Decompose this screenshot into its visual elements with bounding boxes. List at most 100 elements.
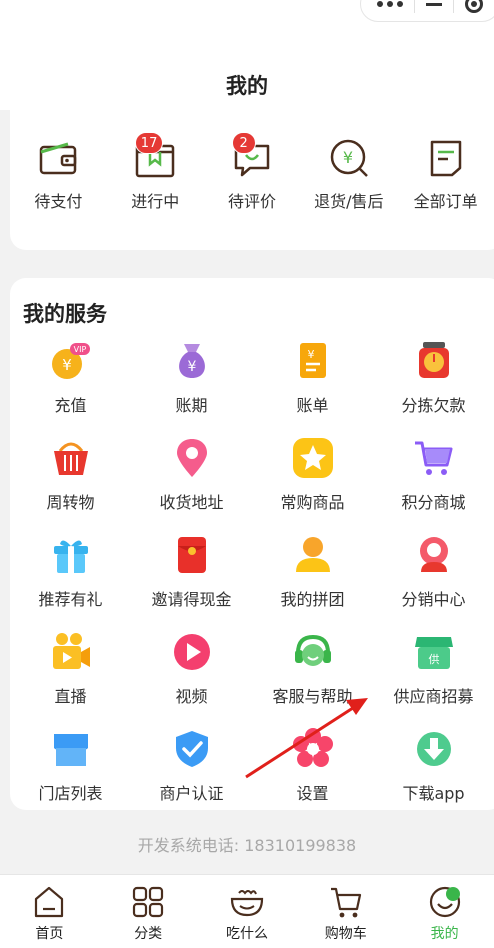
svg-text:¥: ¥ xyxy=(343,148,353,167)
service-address[interactable]: 收货地址 xyxy=(131,437,252,534)
svg-text:VIP: VIP xyxy=(73,345,86,354)
service-recharge[interactable]: ¥ VIP 充值 xyxy=(10,340,131,437)
store-icon xyxy=(50,728,92,770)
tab-bar: 首页 分类 吃什么 购物车 我的 xyxy=(0,874,494,948)
service-label: 直播 xyxy=(54,687,87,706)
tab-label: 购物车 xyxy=(324,926,367,942)
red-envelope-icon xyxy=(171,534,213,576)
mini-program-capsule[interactable] xyxy=(360,0,494,22)
close-target-icon[interactable] xyxy=(465,0,484,13)
order-list-icon xyxy=(426,138,466,178)
order-label: 进行中 xyxy=(131,192,180,211)
service-label: 充值 xyxy=(54,396,87,415)
service-bill[interactable]: ¥ 账单 xyxy=(252,340,373,437)
order-pending-payment[interactable]: 待支付 xyxy=(10,138,107,212)
service-label: 商户认证 xyxy=(159,784,224,803)
service-referral-gift[interactable]: 推荐有礼 xyxy=(10,534,131,631)
star-icon xyxy=(292,437,334,479)
headset-icon xyxy=(292,631,334,673)
service-sorting-debt[interactable]: 分拣欠款 xyxy=(373,340,494,437)
service-label: 分销中心 xyxy=(401,590,466,609)
service-label: 供应商招募 xyxy=(393,687,474,706)
basket-icon xyxy=(50,437,92,479)
tab-cart[interactable]: 购物车 xyxy=(296,875,395,948)
service-supplier-recruit[interactable]: 供 供应商招募 xyxy=(373,631,494,728)
svg-text:供: 供 xyxy=(428,652,439,666)
refund-icon: ¥ xyxy=(329,138,369,178)
order-all[interactable]: 全部订单 xyxy=(397,138,494,212)
category-icon xyxy=(131,885,165,919)
live-camera-icon xyxy=(50,631,92,673)
order-label: 待评价 xyxy=(227,192,276,211)
service-video[interactable]: 视频 xyxy=(131,631,252,728)
services-grid: ¥ VIP 充值 ¥ 账期 ¥ 账单 分拣欠款 周转物 收货地址 常购商品 积分… xyxy=(10,340,494,825)
home-icon xyxy=(32,885,66,919)
service-merchant-auth[interactable]: 商户认证 xyxy=(131,728,252,825)
service-label: 门店列表 xyxy=(38,784,103,803)
location-pin-icon xyxy=(171,437,213,479)
services-title: 我的服务 xyxy=(23,302,107,326)
service-label: 收货地址 xyxy=(159,493,224,512)
service-label: 常购商品 xyxy=(280,493,345,512)
service-download-app[interactable]: 下载app xyxy=(373,728,494,825)
order-to-review[interactable]: 2 待评价 xyxy=(204,132,301,212)
service-store-list[interactable]: 门店列表 xyxy=(10,728,131,825)
service-label: 推荐有礼 xyxy=(38,590,103,609)
service-label: 邀请得现金 xyxy=(151,590,232,609)
download-icon xyxy=(413,728,455,770)
service-label: 客服与帮助 xyxy=(272,687,353,706)
order-refund[interactable]: ¥ 退货/售后 xyxy=(300,138,397,212)
more-icon[interactable] xyxy=(376,1,403,7)
service-label: 分拣欠款 xyxy=(401,396,466,415)
top-bar: 我的 xyxy=(0,0,494,110)
service-customer-help[interactable]: 客服与帮助 xyxy=(252,631,373,728)
service-settings[interactable]: 设置 xyxy=(252,728,373,825)
money-bag-icon: ¥ xyxy=(171,340,213,382)
service-credit-period[interactable]: ¥ 账期 xyxy=(131,340,252,437)
service-label: 设置 xyxy=(296,784,329,803)
order-label: 待支付 xyxy=(34,192,83,211)
wallet-icon xyxy=(38,138,78,178)
minimize-icon[interactable] xyxy=(425,2,442,6)
service-label: 积分商城 xyxy=(401,493,466,512)
settings-flower-icon xyxy=(292,728,334,770)
svg-text:¥: ¥ xyxy=(187,359,196,375)
service-points-mall[interactable]: 积分商城 xyxy=(373,437,494,534)
orders-card: 待支付 17 进行中 2 待评价 ¥ 退货/售后 全部订单 xyxy=(10,106,494,250)
distribution-icon xyxy=(413,534,455,576)
cart-icon xyxy=(413,437,455,479)
service-group-buy[interactable]: 我的拼团 xyxy=(252,534,373,631)
service-frequent-goods[interactable]: 常购商品 xyxy=(252,437,373,534)
service-turnover-items[interactable]: 周转物 xyxy=(10,437,131,534)
tab-label: 分类 xyxy=(134,926,163,942)
service-distribution-center[interactable]: 分销中心 xyxy=(373,534,494,631)
order-in-progress[interactable]: 17 进行中 xyxy=(107,132,204,212)
tab-label: 首页 xyxy=(35,926,64,942)
bowl-icon xyxy=(230,885,264,919)
profile-icon xyxy=(428,885,462,919)
order-label: 全部订单 xyxy=(413,192,478,211)
tab-home[interactable]: 首页 xyxy=(0,875,99,948)
tab-label: 我的 xyxy=(430,926,459,942)
gift-icon xyxy=(50,534,92,576)
group-user-icon xyxy=(292,534,334,576)
service-invite-cash[interactable]: 邀请得现金 xyxy=(131,534,252,631)
service-live[interactable]: 直播 xyxy=(10,631,131,728)
bill-icon: ¥ xyxy=(292,340,334,382)
tab-what-to-eat[interactable]: 吃什么 xyxy=(198,875,297,948)
page-title: 我的 xyxy=(226,74,268,98)
supplier-store-icon: 供 xyxy=(413,631,455,673)
order-badge: 17 xyxy=(134,132,164,154)
service-label: 账期 xyxy=(175,396,208,415)
developer-phone[interactable]: 开发系统电话: 18310199838 xyxy=(0,832,494,856)
order-badge: 2 xyxy=(231,132,256,154)
service-label: 周转物 xyxy=(46,493,95,512)
video-play-icon xyxy=(171,631,213,673)
service-label: 我的拼团 xyxy=(280,590,345,609)
tab-mine[interactable]: 我的 xyxy=(395,875,494,948)
order-label: 退货/售后 xyxy=(314,192,384,211)
tab-category[interactable]: 分类 xyxy=(99,875,198,948)
svg-text:¥: ¥ xyxy=(62,356,72,374)
shopping-cart-icon xyxy=(329,885,363,919)
scale-icon xyxy=(413,340,455,382)
